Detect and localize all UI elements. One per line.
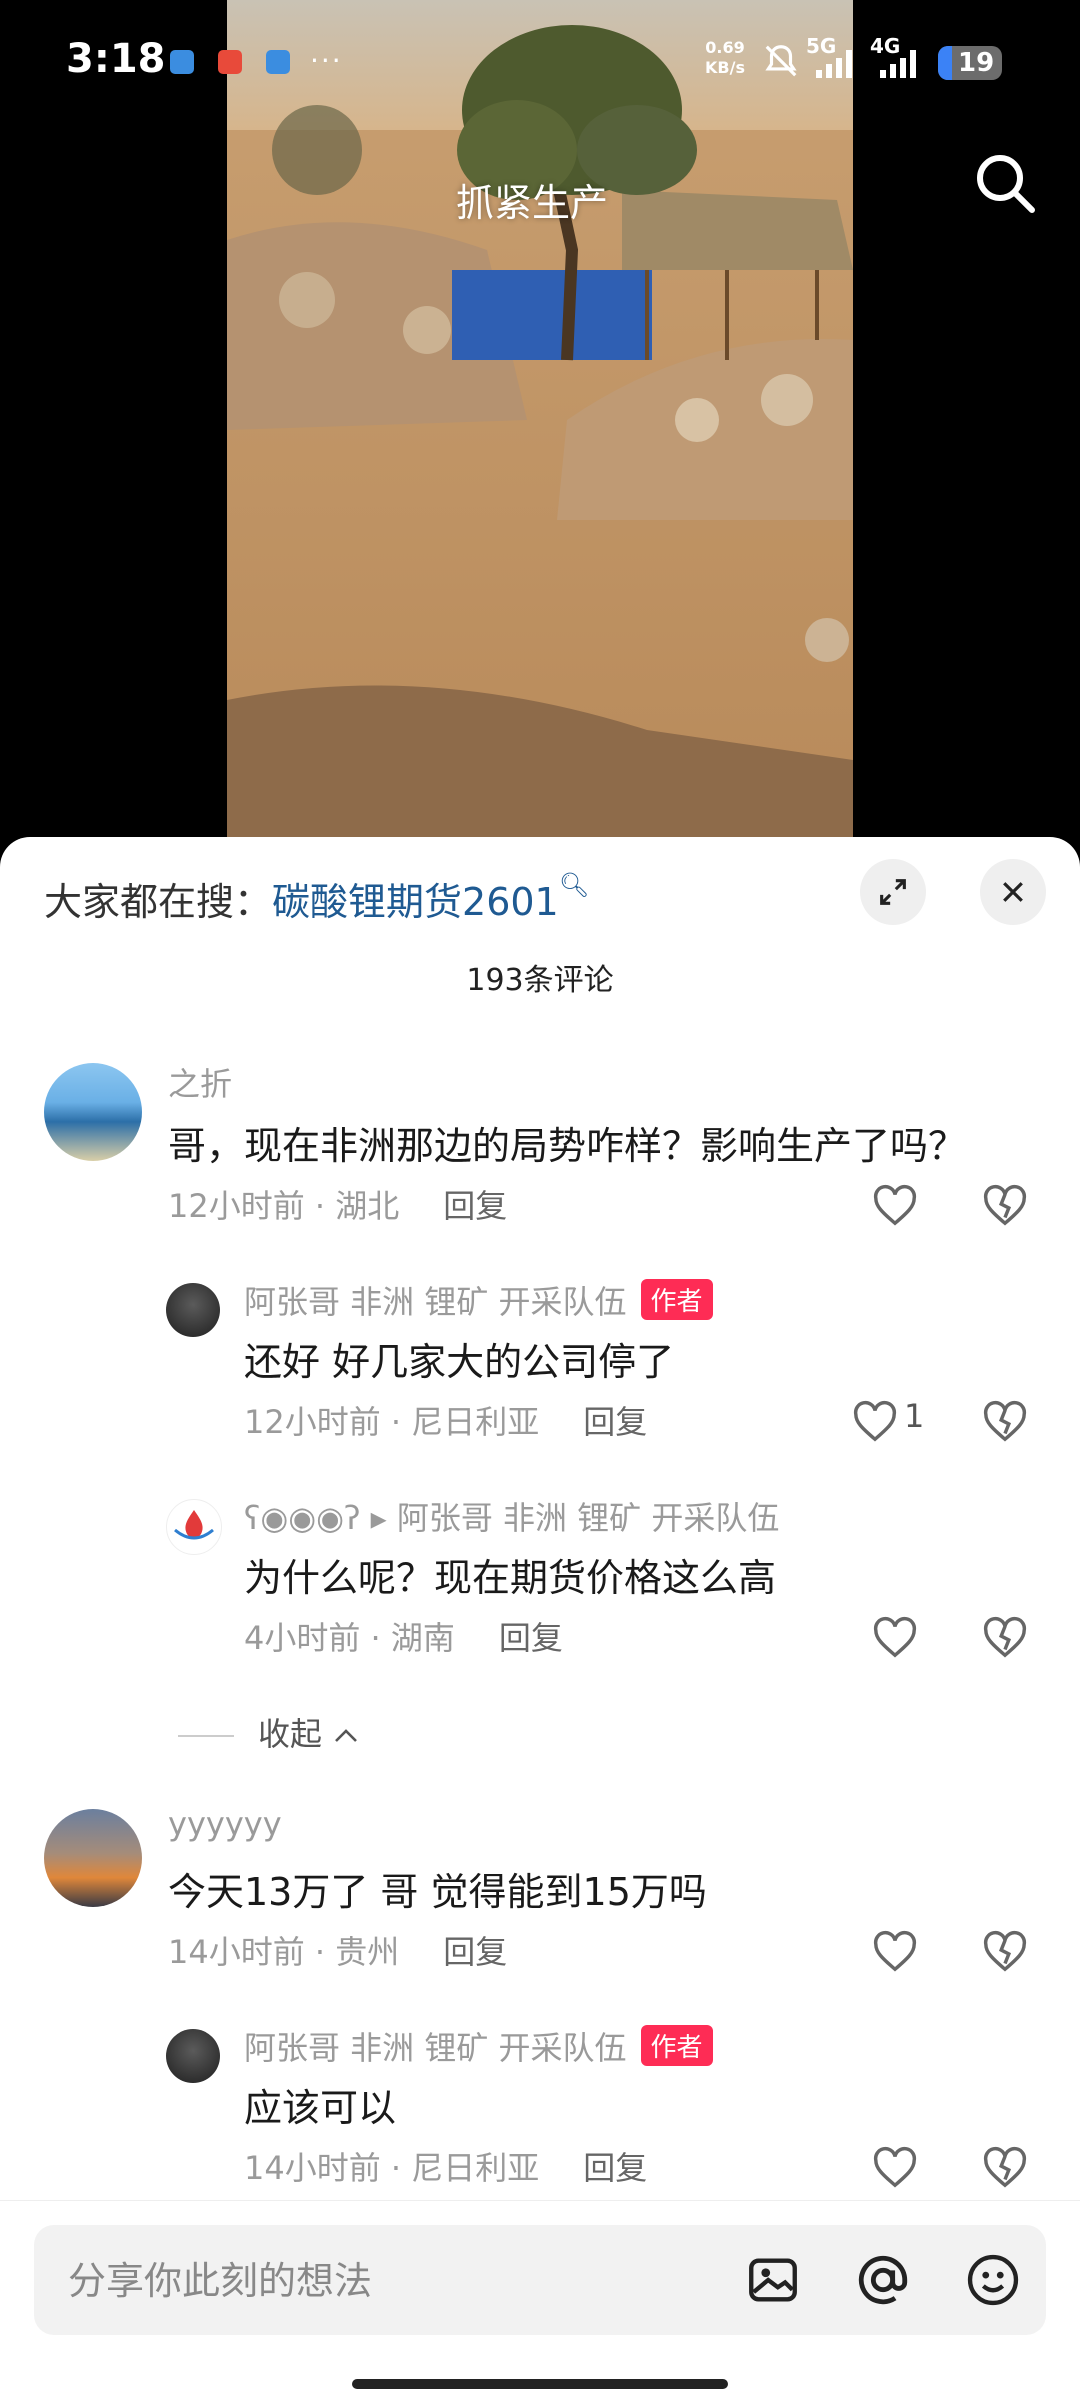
more-notifications-icon: ··· <box>310 44 343 77</box>
search-small-icon: 🔍︎ <box>558 871 590 899</box>
comment-author[interactable]: 阿张哥 非洲 锂矿 开采队伍 作者 <box>244 2023 713 2069</box>
at-icon[interactable] <box>854 2251 912 2309</box>
net-speed-unit: KB/s <box>705 58 745 77</box>
comment-meta: 14小时前 · 贵州 回复 <box>168 1933 508 1971</box>
battery-level: 19 <box>958 48 995 78</box>
heart-icon[interactable] <box>872 1183 918 1229</box>
broken-heart-icon[interactable] <box>982 1183 1028 1229</box>
broken-heart-icon[interactable] <box>982 1929 1028 1975</box>
heart-icon[interactable] <box>872 1615 918 1661</box>
comment-location: 湖北 <box>335 1187 400 1225</box>
author-badge: 作者 <box>640 1279 713 1320</box>
net-speed-value: 0.69 <box>705 38 745 57</box>
author-name: 阿张哥 非洲 锂矿 开采队伍 <box>244 1283 627 1321</box>
author-name: ʕ◉◉◉ʔ <box>244 1499 361 1537</box>
reply-button[interactable]: 回复 <box>583 2149 647 2187</box>
heart-icon[interactable] <box>872 1929 918 1975</box>
comment-time: 14小时前 <box>244 2149 381 2187</box>
comment-author[interactable]: ʕ◉◉◉ʔ ▸ 阿张哥 非洲 锂矿 开采队伍 <box>244 1493 779 1539</box>
reply-button[interactable]: 回复 <box>499 1619 563 1657</box>
status-time: 3:18 <box>66 36 166 82</box>
comments-sheet: 大家都在搜：碳酸锂期货2601🔍︎ 193条评论 之折 哥，现在非洲那边的局势咋… <box>0 837 1080 2400</box>
notification-app-icon <box>218 50 242 74</box>
comment-location: 湖南 <box>390 1619 455 1657</box>
net-speed: 0.69 KB/s <box>705 38 745 78</box>
comment-meta: 14小时前 · 尼日利亚 回复 <box>244 2149 648 2187</box>
avatar[interactable] <box>44 1809 142 1907</box>
comment-location: 尼日利亚 <box>411 2149 540 2187</box>
bell-muted-icon <box>765 45 797 77</box>
comment-input-bar <box>0 2200 1080 2401</box>
close-icon <box>1003 882 1023 902</box>
avatar[interactable] <box>166 1499 222 1555</box>
broken-heart-icon[interactable] <box>982 1615 1028 1661</box>
emoji-icon[interactable] <box>964 2251 1022 2309</box>
heart-icon[interactable] <box>872 2145 918 2191</box>
reply-button[interactable]: 回复 <box>443 1933 507 1971</box>
trending-search[interactable]: 大家都在搜：碳酸锂期货2601🔍︎ <box>44 871 589 926</box>
avatar[interactable] <box>166 2029 220 2083</box>
trending-label: 大家都在搜： <box>44 880 273 924</box>
comment-time: 14小时前 <box>168 1933 305 1971</box>
comment-meta: 12小时前 · 尼日利亚 回复 <box>244 1403 648 1441</box>
comment-author[interactable]: yyyyyy <box>168 1805 282 1843</box>
search-icon[interactable] <box>972 150 1038 216</box>
notification-app-icon <box>266 50 290 74</box>
trending-keyword[interactable]: 碳酸锂期货2601 <box>272 880 559 924</box>
comment-text[interactable]: 今天13万了 哥 觉得能到15万吗 <box>168 1861 707 1916</box>
broken-heart-icon[interactable] <box>982 1399 1028 1445</box>
comment-text[interactable]: 哥，现在非洲那边的局势咋样？影响生产了吗？ <box>168 1115 966 1170</box>
comment-input[interactable] <box>66 2225 710 2337</box>
comment-location: 尼日利亚 <box>411 1403 540 1441</box>
comment-time: 4小时前 <box>244 1619 361 1657</box>
battery-icon: 19 <box>938 46 1002 80</box>
video-caption: 抓紧生产 <box>456 181 609 225</box>
notification-app-icon <box>170 50 194 74</box>
comment-text[interactable]: 应该可以 <box>244 2077 396 2132</box>
author-badge: 作者 <box>640 2025 713 2066</box>
comment-input-box[interactable] <box>34 2225 1046 2337</box>
comment-count: 193条评论 <box>466 963 614 998</box>
expand-icon <box>880 879 906 905</box>
reply-button[interactable]: 回复 <box>583 1403 647 1441</box>
comment-meta: 4小时前 · 湖南 回复 <box>244 1619 563 1657</box>
heart-icon[interactable] <box>852 1399 898 1445</box>
chevron-up-icon <box>335 1729 358 1742</box>
comment-author[interactable]: 阿张哥 非洲 锂矿 开采队伍 作者 <box>244 1277 713 1323</box>
comment-meta: 12小时前 · 湖北 回复 <box>168 1187 508 1225</box>
comment-author[interactable]: 之折 <box>168 1059 232 1105</box>
comment-text[interactable]: 为什么呢？现在期货价格这么高 <box>244 1547 776 1602</box>
image-icon[interactable] <box>744 2251 802 2309</box>
divider <box>178 1735 234 1737</box>
comment-location: 贵州 <box>335 1933 400 1971</box>
reply-button[interactable]: 回复 <box>443 1187 507 1225</box>
comment-time: 12小时前 <box>244 1403 381 1441</box>
avatar[interactable] <box>166 1283 220 1337</box>
signal-bars-icon <box>816 48 852 78</box>
status-bar: 3:18 ··· 0.69 KB/s 5G 4G 19 <box>0 0 1080 130</box>
collapse-replies-button[interactable]: 收起 <box>178 1709 360 1755</box>
author-name: 阿张哥 非洲 锂矿 开采队伍 <box>244 2029 627 2067</box>
close-button[interactable] <box>980 859 1046 925</box>
comment-text[interactable]: 还好 好几家大的公司停了 <box>244 1331 674 1386</box>
signal-bars-icon <box>880 48 916 78</box>
reply-to-name: 阿张哥 非洲 锂矿 开采队伍 <box>396 1499 780 1537</box>
home-indicator[interactable] <box>352 2379 728 2389</box>
collapse-label: 收起 <box>258 1715 323 1753</box>
like-count: 1 <box>904 1397 925 1435</box>
broken-heart-icon[interactable] <box>982 2145 1028 2191</box>
avatar[interactable] <box>44 1063 142 1161</box>
comment-time: 12小时前 <box>168 1187 305 1225</box>
expand-button[interactable] <box>860 859 926 925</box>
